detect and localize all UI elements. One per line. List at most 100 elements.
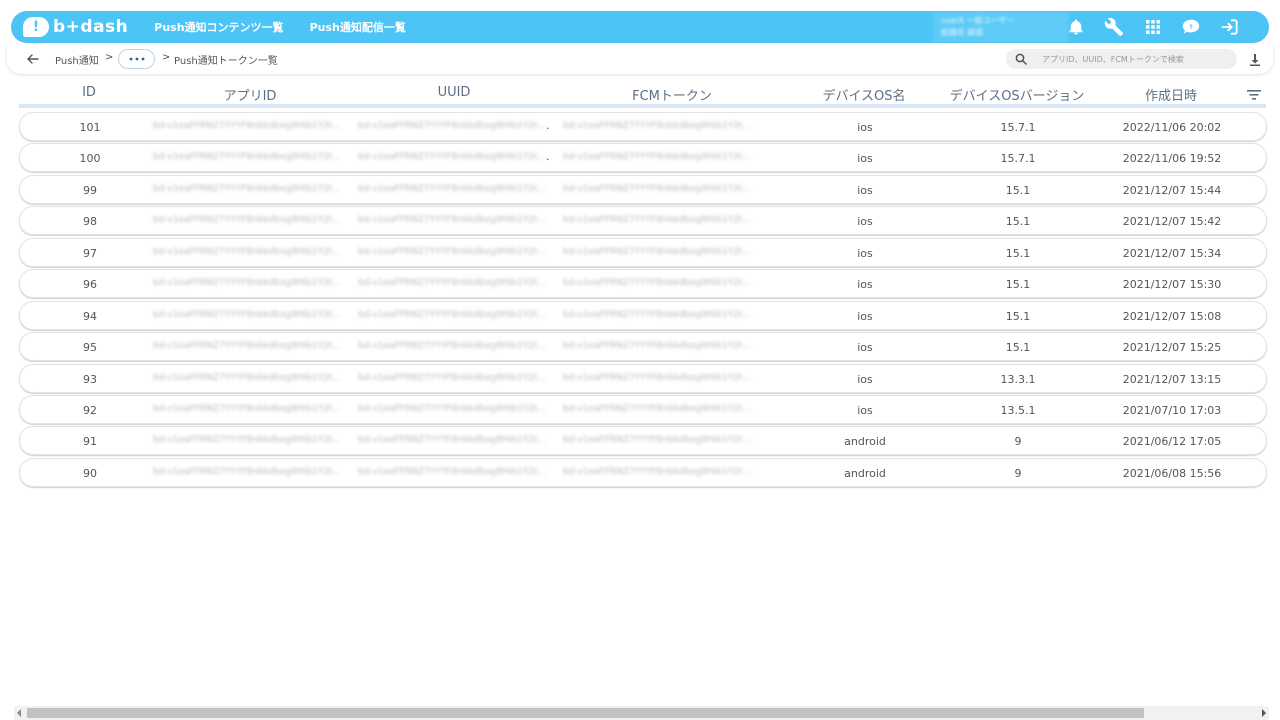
cell-device-os: android [844, 466, 886, 480]
column-header-created-at[interactable]: 作成日時 [1145, 85, 1197, 104]
cell-app-id: bd-v1eaFFRNZ7YYYF8nbkdbxg9Hib1Y2t... [153, 309, 342, 320]
cell-os-version: 9 [1014, 466, 1022, 480]
table-row[interactable]: 101 bd-v1eaFFRNZ7YYYF8nbkdbxg9Hib1Y2t... b… [19, 112, 1267, 141]
user-name: userA 一般ユーザー [941, 16, 1015, 25]
table-row[interactable]: 93 bd-v1eaFFRNZ7YYYF8nbkdbxg9Hib1Y2t... bd… [19, 363, 1267, 393]
cell-os-version: 13.5.1 [1000, 403, 1036, 417]
cell-created-at: 2021/12/07 15:34 [1122, 246, 1222, 260]
table-row[interactable]: 99 bd-v1eaFFRNZ7YYYF8nbkdbxg9Hib1Y2t... bd… [19, 174, 1267, 204]
cell-device-os: ios [857, 183, 873, 197]
cell-created-at: 2021/12/07 15:30 [1122, 278, 1222, 292]
cell-app-id: bd-v1eaFFRNZ7YYYF8nbkdbxg9Hib1Y2t... [153, 183, 342, 194]
search-box[interactable] [1006, 49, 1237, 69]
cell-os-version: 15.1 [1005, 341, 1031, 355]
column-header-fcm-token[interactable]: FCMトークン [632, 85, 712, 104]
cell-uuid-suffix: . [546, 150, 550, 164]
column-header-app-id[interactable]: アプリID [224, 85, 277, 104]
download-icon[interactable] [1248, 52, 1262, 66]
table-row[interactable]: 91 bd-v1eaFFRNZ7YYYF8nbkdbxg9Hib1Y2t... bd… [19, 426, 1267, 456]
cell-uuid: bd-v1eaFFRNZ7YYYF8nbkdbxg9Hib1Y2t... [358, 403, 547, 414]
cell-app-id: bd-v1eaFFRNZ7YYYF8nbkdbxg9Hib1Y2t... [153, 341, 342, 352]
cell-os-version: 15.1 [1005, 183, 1031, 197]
column-header-os-version[interactable]: デバイスOSバージョン [950, 85, 1085, 104]
cell-fcm-token: bd-v1eaFFRNZ7YYYF8nbkdbxg9Hib1Y2t... [563, 183, 752, 194]
cell-os-version: 15.1 [1005, 215, 1031, 229]
cell-created-at: 2021/07/10 17:03 [1122, 403, 1222, 417]
cell-fcm-token: bd-v1eaFFRNZ7YYYF8nbkdbxg9Hib1Y2t... [563, 246, 752, 257]
breadcrumb-root[interactable]: Push通知 [55, 52, 99, 67]
table-row[interactable]: 94 bd-v1eaFFRNZ7YYYF8nbkdbxg9Hib1Y2t... bd… [19, 300, 1267, 330]
scroll-right-icon[interactable] [1262, 709, 1266, 717]
cell-id: 99 [83, 183, 97, 197]
table-row[interactable]: 96 bd-v1eaFFRNZ7YYYF8nbkdbxg9Hib1Y2t... bd… [19, 269, 1267, 299]
cell-app-id: bd-v1eaFFRNZ7YYYF8nbkdbxg9Hib1Y2t... [153, 152, 342, 163]
cell-uuid: bd-v1eaFFRNZ7YYYF8nbkdbxg9Hib1Y2t... [358, 372, 547, 383]
cell-device-os: ios [857, 372, 873, 386]
cell-device-os: ios [857, 246, 873, 260]
cell-id: 93 [83, 372, 97, 386]
more-horizontal-icon [129, 57, 144, 61]
table-row[interactable]: 90 bd-v1eaFFRNZ7YYYF8nbkdbxg9Hib1Y2t... bd… [19, 457, 1267, 487]
cell-uuid: bd-v1eaFFRNZ7YYYF8nbkdbxg9Hib1Y2t... [358, 215, 547, 226]
nav-link-push-deliveries[interactable]: Push通知配信一覧 [310, 19, 406, 35]
table-row[interactable]: 95 bd-v1eaFFRNZ7YYYF8nbkdbxg9Hib1Y2t... bd… [19, 332, 1267, 362]
cell-id: 91 [83, 435, 97, 449]
cell-created-at: 2021/12/07 15:08 [1122, 309, 1222, 323]
cell-app-id: bd-v1eaFFRNZ7YYYF8nbkdbxg9Hib1Y2t... [153, 246, 342, 257]
app-logo[interactable]: ! b+dash [23, 11, 128, 43]
arrow-left-icon[interactable] [25, 51, 41, 67]
logout-icon[interactable] [1220, 17, 1240, 37]
filter-icon[interactable] [1246, 87, 1262, 101]
cell-device-os: ios [857, 341, 873, 355]
cell-os-version: 15.1 [1005, 309, 1031, 323]
cell-fcm-token: bd-v1eaFFRNZ7YYYF8nbkdbxg9Hib1Y2t... [563, 278, 752, 289]
nav-link-push-contents[interactable]: Push通知コンテンツ一覧 [154, 19, 283, 35]
apps-grid-icon[interactable] [1143, 17, 1163, 37]
breadcrumb-more-button[interactable] [118, 49, 155, 69]
cell-created-at: 2021/12/07 15:44 [1122, 183, 1222, 197]
bell-icon[interactable] [1066, 17, 1086, 37]
table-row[interactable]: 98 bd-v1eaFFRNZ7YYYF8nbkdbxg9Hib1Y2t... bd… [19, 206, 1267, 236]
cell-created-at: 2021/12/07 13:15 [1122, 372, 1222, 386]
cell-created-at: 2021/06/08 15:56 [1122, 466, 1222, 480]
cell-id: 101 [79, 121, 101, 134]
cell-device-os: ios [857, 278, 873, 292]
cell-created-at: 2022/11/06 19:52 [1122, 152, 1222, 166]
cell-app-id: bd-v1eaFFRNZ7YYYF8nbkdbxg9Hib1Y2t... [153, 215, 342, 226]
cell-fcm-token: bd-v1eaFFRNZ7YYYF8nbkdbxg9Hib1Y2t... [563, 152, 752, 163]
column-header-uuid[interactable]: UUID [438, 85, 471, 100]
cell-fcm-token: bd-v1eaFFRNZ7YYYF8nbkdbxg9Hib1Y2t... [563, 435, 752, 446]
table-row[interactable]: 92 bd-v1eaFFRNZ7YYYF8nbkdbxg9Hib1Y2t... bd… [19, 394, 1267, 424]
cell-os-version: 13.3.1 [1000, 372, 1036, 386]
cell-app-id: bd-v1eaFFRNZ7YYYF8nbkdbxg9Hib1Y2t... [153, 466, 342, 477]
cell-created-at: 2021/12/07 15:42 [1122, 215, 1222, 229]
cell-created-at: 2021/12/07 15:25 [1122, 341, 1222, 355]
table-body: 101 bd-v1eaFFRNZ7YYYF8nbkdbxg9Hib1Y2t... b… [19, 112, 1267, 489]
scrollbar-thumb[interactable] [27, 708, 1144, 718]
search-input[interactable] [1042, 49, 1232, 69]
cell-uuid-suffix: . [546, 119, 550, 132]
cell-device-os: ios [857, 309, 873, 323]
support-chat-icon[interactable]: ? [1181, 17, 1201, 37]
logo-text: b+dash [53, 17, 129, 37]
column-header-device-os[interactable]: デバイスOS名 [822, 85, 905, 104]
cell-id: 98 [83, 215, 97, 229]
table-row[interactable]: 100 bd-v1eaFFRNZ7YYYF8nbkdbxg9Hib1Y2t... b… [19, 143, 1267, 173]
svg-text:?: ? [1189, 24, 1193, 31]
cell-app-id: bd-v1eaFFRNZ7YYYF8nbkdbxg9Hib1Y2t... [153, 372, 342, 383]
cell-uuid: bd-v1eaFFRNZ7YYYF8nbkdbxg9Hib1Y2t... [358, 341, 547, 352]
cell-fcm-token: bd-v1eaFFRNZ7YYYF8nbkdbxg9Hib1Y2t... [563, 341, 752, 352]
cell-uuid: bd-v1eaFFRNZ7YYYF8nbkdbxg9Hib1Y2t... [358, 309, 547, 320]
table-row[interactable]: 97 bd-v1eaFFRNZ7YYYF8nbkdbxg9Hib1Y2t... bd… [19, 237, 1267, 267]
horizontal-scrollbar[interactable] [14, 706, 1269, 720]
column-header-id[interactable]: ID [82, 85, 96, 100]
cell-id: 94 [83, 309, 97, 323]
cell-device-os: ios [857, 121, 873, 134]
scroll-left-icon[interactable] [17, 709, 21, 717]
user-info[interactable]: userA 一般ユーザー 組織名 顧客 [933, 11, 1069, 43]
cell-os-version: 9 [1014, 435, 1022, 449]
cell-id: 96 [83, 278, 97, 292]
cell-device-os: ios [857, 152, 873, 166]
wrench-icon[interactable] [1104, 17, 1124, 37]
cell-uuid: bd-v1eaFFRNZ7YYYF8nbkdbxg9Hib1Y2t... [358, 278, 547, 289]
